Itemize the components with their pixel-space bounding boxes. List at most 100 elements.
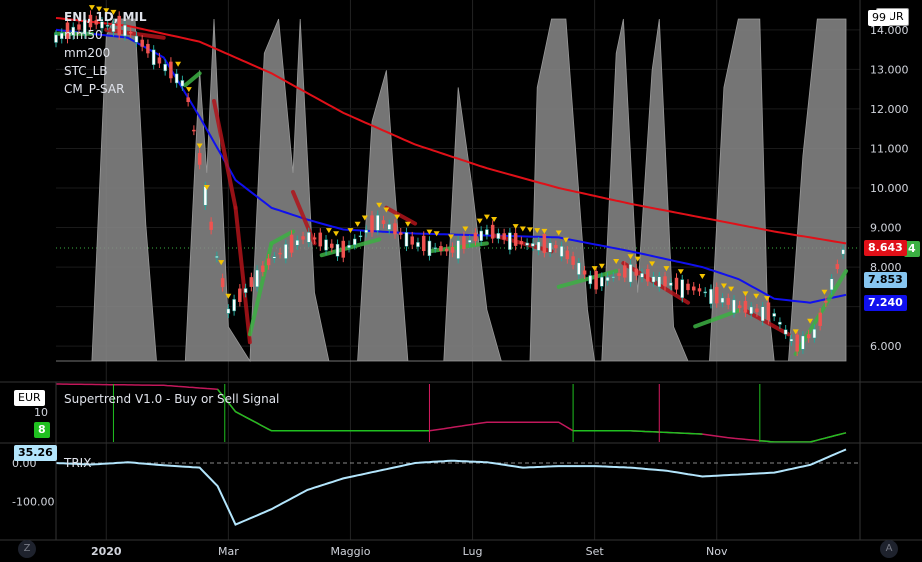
candle-body (732, 299, 736, 314)
auto-scale-button[interactable]: A (880, 540, 898, 558)
candle-body (760, 306, 765, 322)
stc-area (56, 18, 847, 363)
candle-body (318, 232, 323, 247)
candle-body (243, 288, 248, 293)
candle-body (261, 265, 265, 272)
candle-body (594, 270, 598, 290)
candle-body (829, 278, 834, 291)
candle-body (364, 229, 369, 233)
candle-body (249, 277, 254, 287)
candle-body (157, 57, 162, 64)
candle-body (818, 312, 822, 326)
candle-body (789, 338, 794, 342)
candle-body (186, 97, 190, 102)
candle-body (433, 247, 437, 249)
candle-body (502, 233, 506, 240)
candle-body (743, 300, 748, 313)
candle-body (686, 283, 690, 291)
psar-marker (699, 273, 706, 279)
legend: ENI, 1D, MIL mm50 mm200 STC_LB CM_P-SAR (64, 8, 147, 98)
candle-body (456, 240, 460, 259)
candle-body (307, 232, 311, 243)
psar-marker (404, 221, 411, 227)
price-tick-label: 9.000 (870, 222, 902, 235)
psar-marker (325, 228, 332, 234)
psar-marker (185, 87, 192, 93)
candle-body (634, 268, 639, 276)
candle-body (324, 239, 328, 251)
candle-body (554, 245, 558, 249)
indicator-stc-label[interactable]: STC_LB (64, 62, 147, 80)
candle-body (651, 276, 656, 283)
candle-body (657, 276, 662, 288)
indicator-psar-label[interactable]: CM_P-SAR (64, 80, 147, 98)
time-tick-label: Lug (463, 545, 483, 558)
candle-body (669, 282, 673, 286)
candle-body (628, 264, 633, 283)
candle-body (766, 302, 771, 320)
time-tick-label: 2020 (91, 545, 122, 558)
candle-body (467, 239, 472, 243)
candle-body (588, 275, 593, 285)
candle-body (571, 256, 575, 265)
candle-body (548, 242, 552, 253)
candle-body (490, 224, 495, 239)
candle-body (824, 300, 828, 303)
candle-body (421, 235, 426, 252)
candle-body (381, 220, 386, 224)
candle-body (485, 229, 489, 235)
candle-body (335, 243, 340, 257)
candle-body (169, 61, 173, 79)
candle-body (215, 256, 219, 258)
candle-body (623, 265, 627, 278)
candle-body (737, 305, 742, 309)
currency-left-badge: EUR (14, 390, 45, 406)
indicator-mm50-label[interactable]: mm50 (64, 26, 147, 44)
psar-marker (512, 224, 519, 230)
psar-marker (677, 269, 684, 275)
candle-body (353, 238, 357, 246)
candle-body (519, 241, 524, 245)
candle-body (783, 329, 788, 335)
psar-marker (476, 218, 483, 224)
indicator-mm200-label[interactable]: mm200 (64, 44, 147, 62)
candle-body (565, 250, 570, 260)
candle-body (387, 224, 391, 230)
psar-marker (354, 221, 361, 227)
candle-body (439, 246, 443, 251)
candle-body (59, 32, 64, 39)
candle-body (393, 223, 397, 235)
candle-body (542, 233, 547, 253)
candle-body (330, 243, 334, 248)
candle-body (646, 268, 650, 282)
psar-marker (333, 231, 340, 237)
time-tick-label: Maggio (330, 545, 370, 558)
mm50-price-badge: 7.240 (864, 295, 907, 311)
candle-body (232, 299, 236, 312)
candle-body (640, 273, 644, 278)
candle-body (806, 334, 811, 339)
candle-body (755, 308, 759, 313)
candle-body (341, 240, 346, 258)
candle-body (749, 306, 753, 315)
candle-body (375, 214, 380, 231)
trix-value-badge: 35.26 (14, 445, 57, 461)
candle-body (691, 286, 696, 291)
candle-body (697, 288, 702, 292)
candle-body (709, 288, 713, 304)
candle-body (450, 246, 455, 253)
supertrend-title[interactable]: Supertrend V1.0 - Buy or Sell Signal (64, 392, 279, 406)
candle-body (54, 34, 58, 43)
zoom-button[interactable]: Z (18, 540, 36, 558)
supertrend-value-badge: 8 (34, 422, 50, 438)
candle-body (272, 256, 277, 259)
price-tick-label: 6.000 (870, 340, 902, 353)
candle-body (663, 276, 667, 287)
candle-body (174, 73, 179, 84)
candle-body (347, 245, 351, 249)
candle-body (312, 237, 317, 240)
symbol-label: ENI, 1D, MIL (64, 10, 147, 24)
candle-body (180, 80, 185, 87)
candle-body (163, 63, 167, 72)
trix-title[interactable]: TRIX (64, 456, 91, 470)
